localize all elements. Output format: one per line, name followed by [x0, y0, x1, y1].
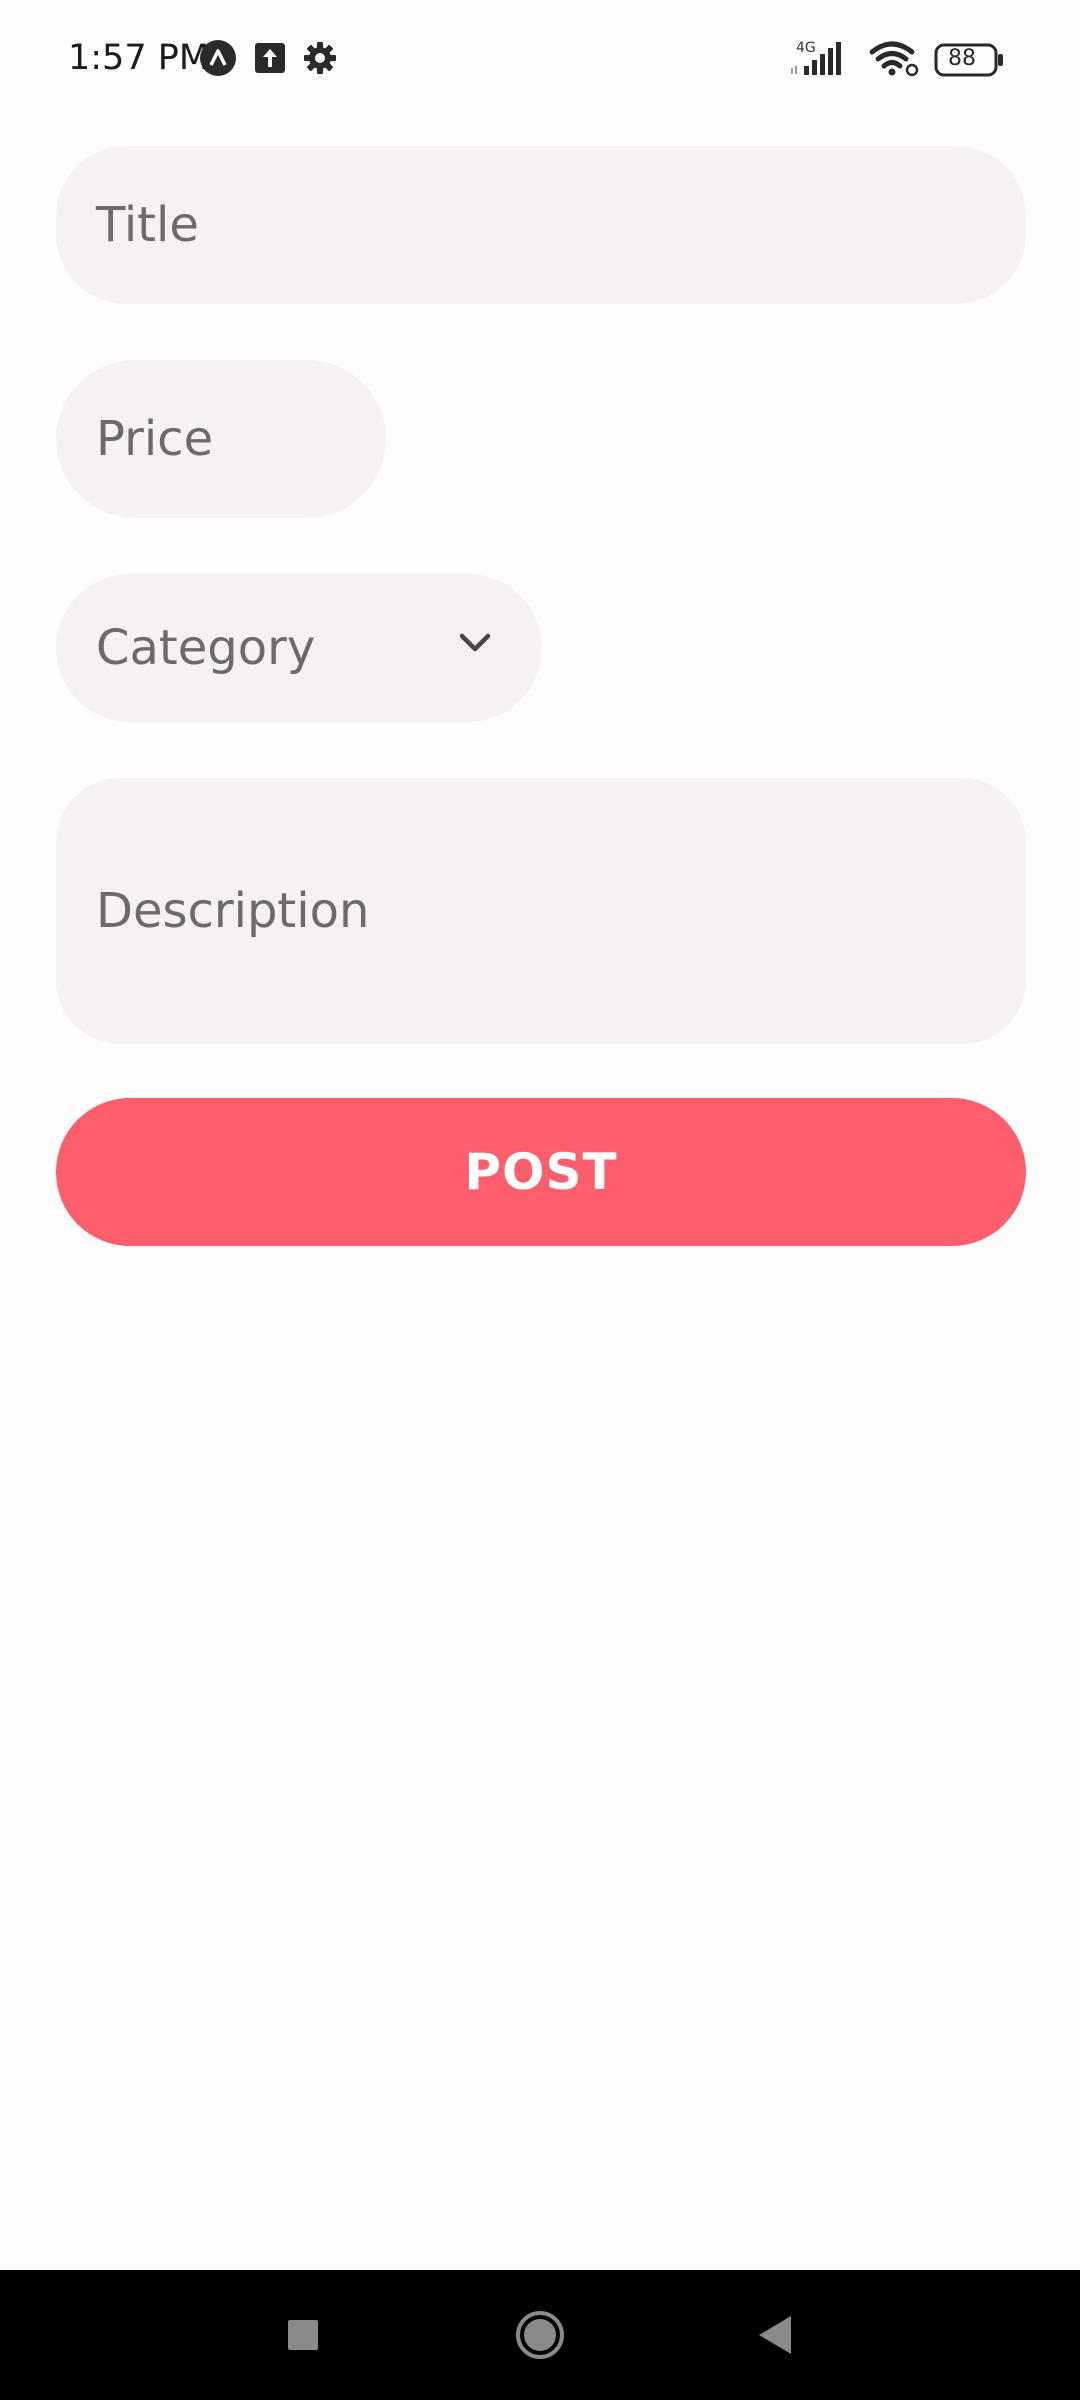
back-button[interactable] [715, 2270, 835, 2400]
battery-level: 88 [948, 46, 976, 71]
chevron-down-icon [459, 633, 491, 652]
title-input[interactable]: Title [56, 146, 1026, 304]
status-time: 1:57 PM [68, 38, 210, 78]
navigation-bar [0, 2270, 1080, 2400]
assistant-icon [200, 40, 236, 76]
home-button[interactable] [480, 2270, 600, 2400]
recents-button[interactable] [243, 2270, 363, 2400]
wifi-icon [869, 41, 919, 77]
category-placeholder: Category [96, 620, 316, 676]
description-input[interactable]: Description [56, 778, 1026, 1044]
title-placeholder: Title [96, 197, 199, 253]
price-placeholder: Price [96, 411, 214, 467]
recents-icon [288, 2320, 318, 2350]
back-icon [759, 2316, 791, 2354]
home-icon [516, 2311, 564, 2359]
post-button-label: POST [464, 1143, 618, 1201]
upload-icon [255, 43, 285, 73]
status-bar: 1:57 PM 4G 88 [0, 0, 1080, 118]
signal-icon [791, 42, 841, 75]
description-placeholder: Description [96, 883, 370, 939]
post-button[interactable]: POST [56, 1098, 1026, 1246]
price-input[interactable]: Price [56, 360, 386, 518]
settings-gear-icon [304, 42, 336, 74]
category-dropdown[interactable]: Category [56, 574, 542, 722]
